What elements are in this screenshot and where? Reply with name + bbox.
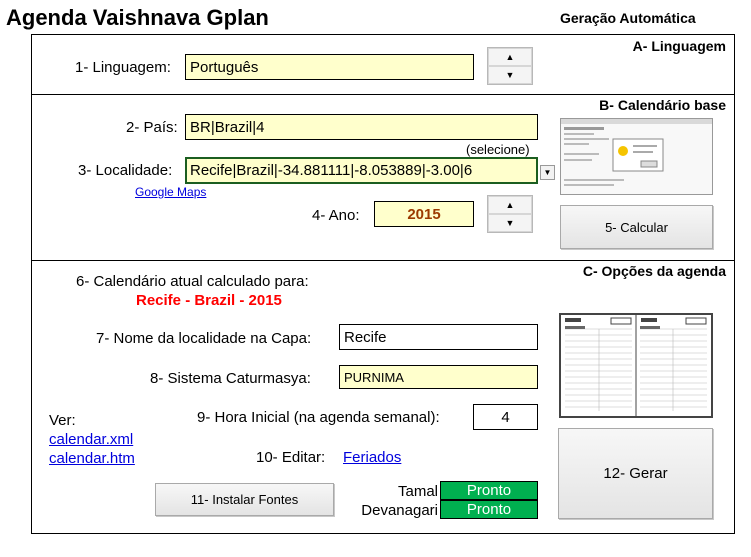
section-a-title: A- Linguagem (632, 38, 726, 54)
year-field[interactable]: 2015 (374, 201, 474, 227)
generate-button[interactable]: 12- Gerar (558, 428, 713, 519)
calendar-xml-link[interactable]: calendar.xml (49, 431, 133, 448)
start-hour-label: 9- Hora Inicial (na agenda semanal): (197, 409, 440, 426)
caturmasya-label: 8- Sistema Caturmasya: (150, 370, 311, 387)
section-b-title: B- Calendário base (599, 97, 726, 113)
edit-label: 10- Editar: (256, 449, 326, 466)
section-c-title: C- Opções da agenda (582, 263, 726, 279)
calculate-button[interactable]: 5- Calcular (560, 205, 713, 249)
language-label: 1- Linguagem: (75, 59, 171, 76)
select-hint: (selecione) (466, 142, 530, 157)
agenda-preview-thumbnail (559, 313, 713, 418)
cover-name-field[interactable]: Recife (339, 324, 538, 350)
language-field[interactable]: Português (185, 54, 474, 80)
font-tamal-label: Tamal (397, 483, 438, 500)
spin-up-icon[interactable]: ▲ (488, 196, 532, 214)
google-maps-link[interactable]: Google Maps (135, 185, 206, 199)
caturmasya-field[interactable]: PURNIMA (339, 365, 538, 389)
screenshot-thumbnail (560, 118, 713, 195)
font-devanagari-label: Devanagari (361, 502, 438, 519)
locality-dropdown-button[interactable]: ▼ (540, 165, 555, 180)
holidays-link[interactable]: Feriados (343, 449, 401, 466)
start-hour-field[interactable]: 4 (473, 404, 538, 430)
see-label: Ver: (49, 412, 76, 429)
locality-field[interactable]: Recife|Brazil|-34.881111|-8.053889|-3.00… (185, 157, 538, 184)
calendar-htm-link[interactable]: calendar.htm (49, 450, 135, 467)
calc-label: 6- Calendário atual calculado para: (76, 273, 309, 290)
year-label: 4- Ano: (312, 207, 360, 224)
spin-up-icon[interactable]: ▲ (488, 48, 532, 66)
spin-down-icon[interactable]: ▼ (488, 66, 532, 84)
year-spinner[interactable]: ▲ ▼ (487, 195, 533, 233)
mode-label: Geração Automática (560, 10, 696, 26)
chevron-down-icon: ▼ (543, 168, 552, 177)
app-title: Agenda Vaishnava Gplan (6, 5, 269, 30)
font-tamal-status: Pronto (440, 481, 538, 500)
screenshot-thumbnail-image (561, 119, 712, 194)
locality-label: 3- Localidade: (78, 162, 173, 179)
country-field[interactable]: BR|Brazil|4 (185, 114, 538, 140)
language-spinner[interactable]: ▲ ▼ (487, 47, 533, 85)
calc-value: Recife - Brazil - 2015 (136, 292, 282, 309)
font-devanagari-status: Pronto (440, 500, 538, 519)
spin-down-icon[interactable]: ▼ (488, 214, 532, 232)
country-label: 2- País: (126, 119, 178, 136)
agenda-preview-image (561, 315, 711, 416)
install-fonts-button[interactable]: 11- Instalar Fontes (155, 483, 334, 516)
cover-name-label: 7- Nome da localidade na Capa: (96, 330, 312, 347)
